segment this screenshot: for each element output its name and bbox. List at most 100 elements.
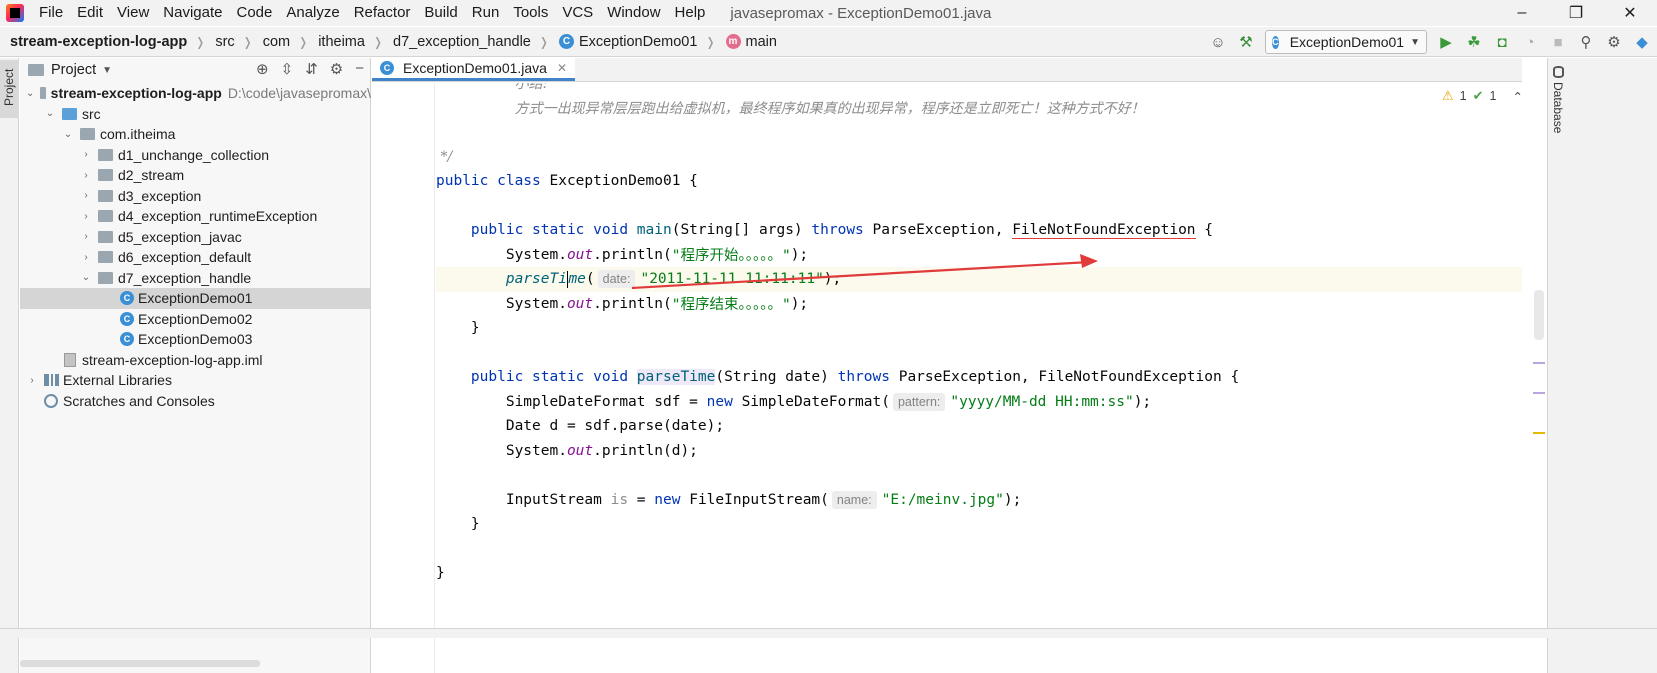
tree-item-class-selected[interactable]: C ExceptionDemo01 <box>20 288 371 309</box>
tree-item-package[interactable]: › d3_exception <box>20 186 371 207</box>
warning-icon: ⚠ <box>1442 88 1454 103</box>
class-icon: C <box>1272 35 1279 49</box>
coverage-icon[interactable]: ◘ <box>1493 33 1511 51</box>
code-unused-variable: is <box>610 491 629 508</box>
profile-icon[interactable]: ◔ <box>1521 33 1539 51</box>
code-text: System. <box>505 295 567 312</box>
menu-refactor[interactable]: Refactor <box>347 0 418 26</box>
chevron-down-icon: ▼ <box>102 64 113 76</box>
intellij-logo-icon <box>6 4 24 22</box>
scroll-marker <box>1533 392 1545 394</box>
editor-tab-active[interactable]: C ExceptionDemo01.java ✕ <box>372 57 576 81</box>
library-icon <box>44 374 59 387</box>
breadcrumb-project[interactable]: stream-exception-log-app ❭ <box>0 34 205 50</box>
run-icon[interactable]: ▶ <box>1437 33 1455 51</box>
editor-tab-bar: C ExceptionDemo01.java ✕ <box>372 57 1547 82</box>
tree-item-package[interactable]: ⌄ d7_exception_handle <box>20 268 371 289</box>
code-text: } <box>470 320 480 337</box>
code-method-call: me <box>568 271 586 288</box>
scroll-thumb[interactable] <box>1534 290 1544 340</box>
restore-icon[interactable]: ❐ <box>1549 0 1603 26</box>
menu-help[interactable]: Help <box>668 0 713 26</box>
menu-tools[interactable]: Tools <box>506 0 555 26</box>
tree-item-package[interactable]: › d2_stream <box>20 165 371 186</box>
database-tool-label[interactable]: Database <box>1551 82 1565 133</box>
tree-item-iml[interactable]: stream-exception-log-app.iml <box>20 350 371 371</box>
menu-view[interactable]: View <box>110 0 156 26</box>
tree-item-package[interactable]: › d4_exception_runtimeException <box>20 206 371 227</box>
menu-code[interactable]: Code <box>229 0 279 26</box>
project-tree: ⌄ stream-exception-log-app D:\code\javas… <box>20 83 371 411</box>
build-hammer-icon[interactable]: ⚒ <box>1237 33 1255 51</box>
breadcrumb-package[interactable]: d7_exception_handle ❭ <box>383 34 549 50</box>
hide-icon[interactable]: − <box>355 60 364 78</box>
tree-item-label: d4_exception_runtimeException <box>118 208 318 225</box>
tree-item-package[interactable]: › d1_unchange_collection <box>20 145 371 166</box>
search-icon[interactable]: ⚲ <box>1577 33 1595 51</box>
chevron-right-icon: ❭ <box>298 34 309 49</box>
tree-item-class[interactable]: C ExceptionDemo03 <box>20 329 371 350</box>
tree-item-module[interactable]: ⌄ stream-exception-log-app D:\code\javas… <box>20 83 371 104</box>
tree-item-package[interactable]: › d5_exception_javac <box>20 227 371 248</box>
tree-item-package[interactable]: › d6_exception_default <box>20 247 371 268</box>
breadcrumb-method[interactable]: m main <box>716 34 777 50</box>
chevron-right-icon: › <box>84 190 88 202</box>
class-icon: C <box>558 34 574 49</box>
code-string: "E:/meinv.jpg" <box>881 491 1004 508</box>
close-icon[interactable]: ✕ <box>1603 0 1657 26</box>
expand-all-icon[interactable]: ⇳ <box>281 60 294 78</box>
database-icon[interactable] <box>1553 66 1564 78</box>
project-panel: Project ▼ ⊕ ⇳ ⇵ ⚙ − ⌄ stream-exception-l… <box>20 58 371 673</box>
gear-icon[interactable]: ⚙ <box>330 60 343 78</box>
tree-item-package[interactable]: ⌄ com.itheima <box>20 124 371 145</box>
right-tool-stripe: Database <box>1547 58 1657 673</box>
tree-item-label: d1_unchange_collection <box>118 146 270 163</box>
breadcrumb-class[interactable]: C ExceptionDemo01 ❭ <box>549 34 716 50</box>
locate-icon[interactable]: ⊕ <box>256 60 269 78</box>
menu-analyze[interactable]: Analyze <box>279 0 346 26</box>
menu-navigate[interactable]: Navigate <box>156 0 229 26</box>
code-text: = <box>628 491 655 508</box>
code-line: 51 <box>436 586 1534 611</box>
project-tool-window-button[interactable]: Project <box>0 60 19 118</box>
code-text: InputStream <box>505 491 611 508</box>
code-text: ParseException, <box>863 222 1013 239</box>
code-text: FileInputStream( <box>680 491 829 508</box>
tree-item-label: d2_stream <box>118 167 185 184</box>
menu-edit[interactable]: Edit <box>70 0 110 26</box>
close-tab-icon[interactable]: ✕ <box>557 61 567 75</box>
breadcrumb-itheima[interactable]: itheima ❭ <box>308 34 383 50</box>
collapse-all-icon[interactable]: ⇵ <box>305 60 318 78</box>
menu-file[interactable]: File <box>32 0 70 26</box>
tree-item-src[interactable]: ⌄ src <box>20 104 371 125</box>
method-icon: m <box>725 34 741 49</box>
horizontal-scrollbar[interactable] <box>20 660 260 667</box>
breadcrumb-com[interactable]: com ❭ <box>253 34 308 50</box>
tree-item-class[interactable]: C ExceptionDemo02 <box>20 309 371 330</box>
menu-run[interactable]: Run <box>465 0 507 26</box>
menu-bar: File Edit View Navigate Code Analyze Ref… <box>0 0 1657 26</box>
code-static-field: out <box>566 246 594 263</box>
window-controls: – ❐ ✕ <box>1495 0 1657 26</box>
tree-item-label: d6_exception_default <box>118 249 252 266</box>
code-text: Date d = sdf.parse(date); <box>505 418 725 435</box>
jetbrains-toolbox-icon[interactable]: ◆ <box>1633 33 1651 51</box>
code-area[interactable]: 30 小结: 31 方式一出现异常层层跑出给虚拟机，最终程序如果真的出现异常，程… <box>436 83 1534 673</box>
code-text: SimpleDateFormat( <box>732 393 890 410</box>
editor-scroll-strip[interactable] <box>1522 58 1547 673</box>
menu-window[interactable]: Window <box>600 0 667 26</box>
run-configuration-select[interactable]: C ExceptionDemo01 ▼ <box>1265 30 1427 54</box>
code-keyword: new <box>706 393 733 410</box>
tree-item-external-libraries[interactable]: › External Libraries <box>20 370 371 391</box>
menu-vcs[interactable]: VCS <box>555 0 600 26</box>
tree-item-label: ExceptionDemo01 <box>138 290 253 307</box>
stop-icon[interactable]: ■ <box>1549 33 1567 51</box>
menu-build[interactable]: Build <box>417 0 464 26</box>
gear-icon[interactable]: ⚙ <box>1605 33 1623 51</box>
user-icon[interactable]: ☺ <box>1209 33 1227 51</box>
minimize-icon[interactable]: – <box>1495 0 1549 26</box>
breadcrumb-src[interactable]: src ❭ <box>205 34 252 50</box>
debug-icon[interactable]: ☘ <box>1465 33 1483 51</box>
tree-item-scratches[interactable]: Scratches and Consoles <box>20 391 371 412</box>
